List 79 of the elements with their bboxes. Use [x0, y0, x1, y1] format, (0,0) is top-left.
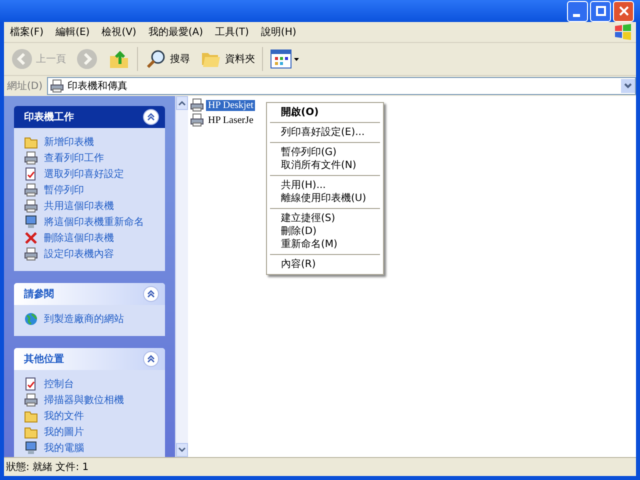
menu-item[interactable]: 檢視(V)	[96, 25, 142, 39]
folder-icon	[24, 408, 38, 422]
menu-item[interactable]: 共用(H)...	[269, 179, 381, 192]
printer-icon	[24, 198, 38, 212]
collapse-button[interactable]	[143, 351, 159, 367]
views-icon	[270, 48, 300, 70]
menu-item[interactable]: 重新命名(M)	[269, 238, 381, 251]
folder-up-icon	[108, 48, 130, 70]
task-link[interactable]: 設定印表機內容	[24, 246, 157, 261]
search-icon	[145, 48, 167, 70]
printer-icon	[24, 150, 38, 164]
computer-icon	[24, 214, 38, 228]
folder-icon	[24, 424, 38, 438]
task-link[interactable]: 我的文件	[24, 408, 157, 423]
task-link[interactable]: 共用這個印表機	[24, 198, 157, 213]
search-button[interactable]: 搜尋	[142, 46, 193, 72]
panel-title: 其他位置	[24, 352, 64, 366]
add-printer-icon	[24, 134, 38, 148]
document-icon	[24, 376, 38, 390]
computer-icon	[24, 440, 38, 454]
task-link[interactable]: 選取列印喜好設定	[24, 166, 157, 181]
printer-icon	[24, 246, 38, 260]
menu-item[interactable]: 檔案(F)	[4, 25, 50, 39]
minimize-button[interactable]	[567, 0, 588, 22]
panel-title: 請參閱	[24, 288, 54, 301]
panel-title: 印表機工作	[24, 110, 74, 124]
printer-icon	[24, 182, 38, 196]
chevron-icon	[147, 113, 155, 121]
menu-item[interactable]: 建立捷徑(S)	[269, 212, 381, 225]
scroll-down-button[interactable]	[176, 443, 188, 457]
task-link[interactable]: 新增印表機	[24, 134, 157, 149]
dropdown-icon	[621, 79, 635, 93]
maximize-icon	[596, 6, 606, 16]
task-link[interactable]: 查看列印工作	[24, 150, 157, 165]
task-link[interactable]: 我的電腦	[24, 440, 157, 455]
menu-item[interactable]: 我的最愛(A)	[142, 25, 209, 39]
task-link[interactable]: 我的圖片	[24, 424, 157, 439]
globe-icon	[24, 312, 38, 326]
scroll-up-button[interactable]	[176, 96, 188, 110]
chevron-icon	[147, 290, 155, 298]
menu-item[interactable]: 工具(T)	[209, 25, 255, 39]
menu-item[interactable]: 開啟(O)	[269, 106, 381, 119]
menu-item[interactable]: 取消所有文件(N)	[269, 159, 381, 172]
printer-icon	[50, 79, 64, 93]
printer-icon	[190, 113, 204, 127]
printer-name[interactable]: HP Deskjet	[206, 100, 256, 110]
windows-logo-icon	[614, 24, 632, 40]
task-link[interactable]: 控制台	[24, 376, 157, 391]
folders-button[interactable]: 資料夾	[197, 46, 258, 72]
task-link[interactable]: 刪除這個印表機	[24, 230, 157, 245]
menu-item[interactable]: 離線使用印表機(U)	[269, 192, 381, 205]
menu-item[interactable]: 列印喜好設定(E)...	[269, 126, 381, 139]
minimize-icon	[572, 14, 580, 16]
menu-item[interactable]: 暫停列印(G)	[269, 146, 381, 159]
menu-item[interactable]: 說明(H)	[254, 25, 302, 39]
task-link[interactable]: 將這個印表機重新命名	[24, 214, 157, 229]
scanner-icon	[24, 392, 38, 406]
address-field[interactable]: 印表機和傳真	[46, 77, 636, 95]
chevron-icon	[147, 355, 155, 363]
task-link[interactable]: 到製造廠商的網站	[24, 311, 157, 326]
collapse-button[interactable]	[143, 109, 159, 125]
delete-icon	[24, 230, 38, 244]
forward-icon	[76, 48, 98, 70]
menu-item[interactable]: 編輯(E)	[50, 25, 96, 39]
document-icon	[24, 166, 38, 180]
address-label: 網址(D)	[7, 80, 43, 93]
arrow-up-icon	[178, 100, 186, 106]
status-text: 狀態: 就緒 文件: 1	[4, 457, 636, 476]
task-link[interactable]: 暫停列印	[24, 182, 157, 197]
menu-item[interactable]: 內容(R)	[269, 258, 381, 271]
menu-item[interactable]: 刪除(D)	[269, 225, 381, 238]
arrow-down-icon	[178, 447, 186, 453]
close-icon	[618, 6, 628, 16]
maximize-button[interactable]	[590, 0, 611, 22]
task-link[interactable]: 掃描器與數位相機	[24, 392, 157, 407]
back-icon	[11, 48, 33, 70]
printer-name[interactable]: HP LaserJe	[206, 114, 256, 126]
close-button[interactable]	[613, 0, 634, 22]
collapse-button[interactable]	[143, 286, 159, 302]
